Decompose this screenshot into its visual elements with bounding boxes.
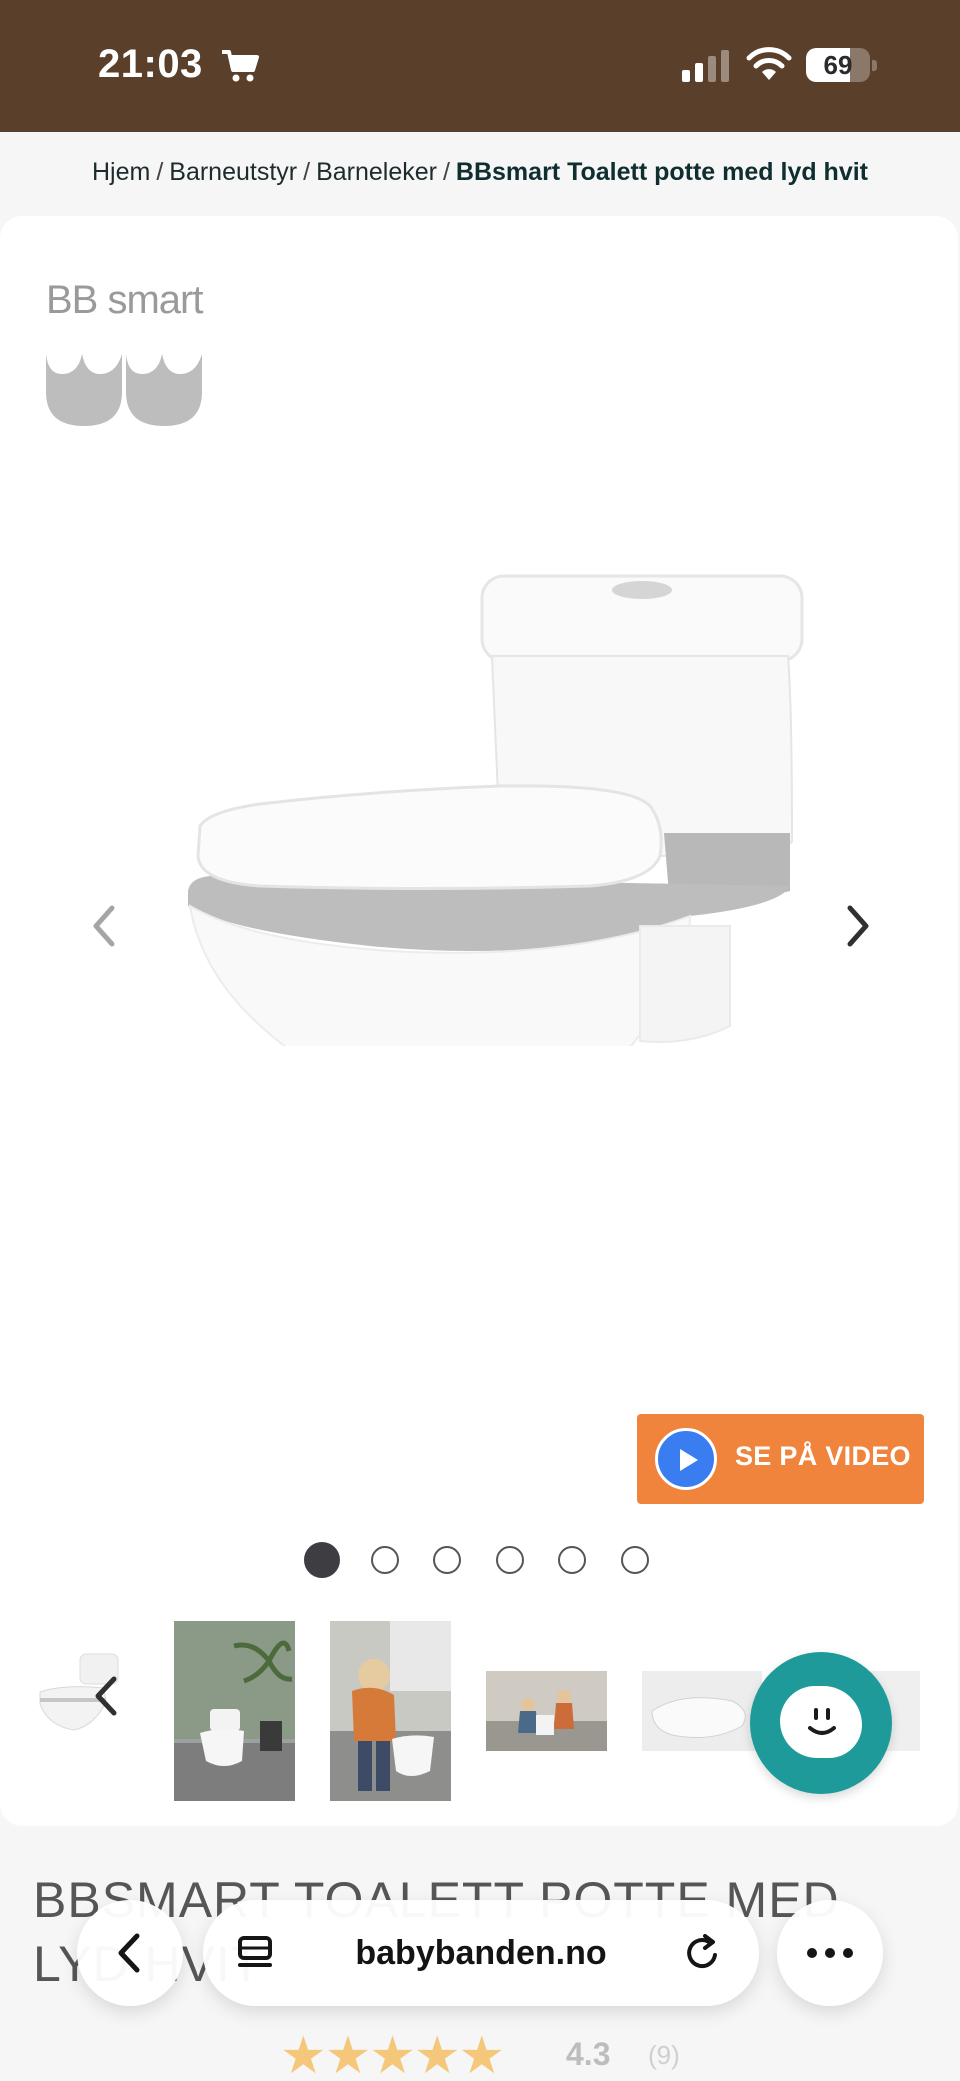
gallery-dots: [304, 1540, 664, 1580]
battery-indicator: 69: [806, 48, 878, 82]
product-gallery: BB smart SE PÅ VIDEO: [0, 216, 958, 1826]
breadcrumb: Hjem / Barneutstyr / Barneleker / BBsmart Toal…: [0, 158, 960, 187]
wifi-icon: [746, 47, 792, 80]
gallery-dot[interactable]: [304, 1542, 340, 1578]
watch-video-button[interactable]: SE PÅ VIDEO: [637, 1414, 924, 1504]
watch-video-label: SE PÅ VIDEO: [735, 1441, 911, 1471]
breadcrumb-separator: /: [303, 158, 311, 186]
breadcrumb-current: BBsmart Toalett potte med lyd hvit: [455, 158, 869, 186]
breadcrumb-separator: /: [442, 158, 450, 186]
rating-count: (9): [648, 2040, 680, 2070]
breadcrumb-home[interactable]: Hjem: [92, 158, 150, 186]
gallery-dot[interactable]: [370, 1546, 399, 1574]
chat-smiley-icon: [780, 1686, 862, 1758]
product-rating[interactable]: ★★★★★ 4.3 (9): [280, 2022, 680, 2081]
thumbnail-3[interactable]: [330, 1621, 451, 1801]
browser-more-button[interactable]: [777, 1900, 883, 2006]
rating-value: 4.3: [566, 2036, 611, 2072]
thumbnail-2[interactable]: [174, 1621, 295, 1801]
rating-stars: ★★★★★: [280, 2027, 505, 2081]
product-image: [188, 574, 804, 1046]
gallery-dot[interactable]: [558, 1546, 587, 1574]
more-icon: [807, 1948, 853, 1958]
gallery-dot[interactable]: [621, 1546, 649, 1574]
breadcrumb-barneleker[interactable]: Barneleker: [316, 158, 437, 186]
gallery-dot[interactable]: [495, 1546, 524, 1574]
page: 21:03 69 Hjem / Barneutstyr / Barneleker…: [0, 0, 960, 2081]
browser-back-button[interactable]: [77, 1900, 183, 2006]
play-icon: [655, 1428, 717, 1490]
status-time: 21:03: [98, 42, 203, 86]
cart-icon: [222, 50, 259, 82]
brand-name: BB smart: [46, 278, 203, 322]
url-text: babybanden.no: [355, 1934, 607, 1972]
breadcrumb-separator: /: [156, 158, 164, 186]
browser-address-bar[interactable]: babybanden.no: [203, 1900, 759, 2006]
status-bar: 21:03 69: [0, 0, 960, 132]
breadcrumb-barneutstyr[interactable]: Barneutstyr: [169, 158, 297, 186]
chevron-left-icon: [118, 1933, 140, 1973]
battery-percent: 69: [823, 50, 853, 80]
chat-button[interactable]: [750, 1652, 892, 1794]
thumbnail-4[interactable]: [486, 1671, 607, 1751]
signal-icon: [682, 50, 729, 82]
gallery-dot[interactable]: [433, 1546, 462, 1574]
thumbnail-5[interactable]: [642, 1671, 762, 1751]
thumbnail-prev-button[interactable]: [88, 1671, 124, 1721]
gallery-prev-button[interactable]: [82, 896, 126, 956]
reload-icon[interactable]: [683, 1933, 723, 1973]
gallery-next-button[interactable]: [836, 896, 880, 956]
